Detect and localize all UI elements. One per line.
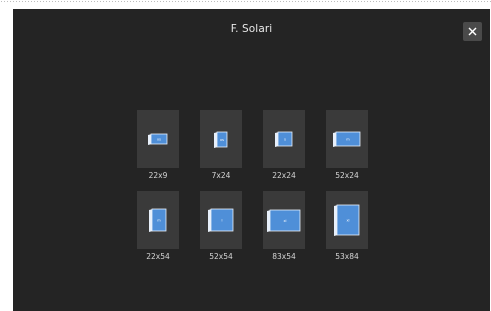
- format-label: 22x24: [272, 171, 296, 180]
- close-button[interactable]: [463, 22, 482, 41]
- book-size-code: xl: [283, 218, 286, 222]
- book-icon: xl: [267, 209, 301, 232]
- format-thumbnail[interactable]: m: [137, 191, 179, 249]
- format-thumbnail[interactable]: xs: [137, 110, 179, 168]
- book-icon: m: [333, 131, 361, 147]
- format-label: 52x54: [209, 252, 233, 261]
- format-thumbnail[interactable]: l: [200, 191, 242, 249]
- book-icon: xs: [148, 133, 168, 145]
- dialog-title: F. Solari: [230, 23, 273, 35]
- book-icon: m: [149, 208, 167, 232]
- format-tile[interactable]: l 52x54: [200, 191, 242, 261]
- format-label: 7x24: [211, 171, 231, 180]
- format-thumbnail[interactable]: xs: [200, 110, 242, 168]
- format-label: 53x84: [335, 252, 359, 261]
- book-icon: l: [208, 208, 234, 232]
- format-tile[interactable]: xs 22x9: [137, 110, 179, 180]
- format-tile[interactable]: xl 83x54: [263, 191, 305, 261]
- format-thumbnail[interactable]: s: [263, 110, 305, 168]
- book-icon: xl: [334, 204, 360, 236]
- format-thumbnail[interactable]: m: [326, 110, 368, 168]
- book-size-code: m: [157, 218, 161, 222]
- format-tile[interactable]: xl 53x84: [326, 191, 368, 261]
- book-icon: s: [275, 131, 293, 147]
- format-tile[interactable]: m 52x24: [326, 110, 368, 180]
- book-icon: xs: [214, 131, 228, 148]
- format-thumbnail[interactable]: xl: [326, 191, 368, 249]
- book-size-code: m: [346, 137, 350, 141]
- format-tile[interactable]: m 22x54: [137, 191, 179, 261]
- format-grid: xs 22x9 xs 7x24 s 22x24 m 52x24 m 22x54 …: [137, 110, 377, 261]
- format-label: 83x54: [272, 252, 296, 261]
- format-tile[interactable]: s 22x24: [263, 110, 305, 180]
- format-picker-dialog: F. Solari xs 22x9 xs 7x24 s 22x24 m 52x2…: [13, 9, 490, 311]
- format-thumbnail[interactable]: xl: [263, 191, 305, 249]
- format-label: 22x54: [146, 252, 170, 261]
- format-label: 22x9: [148, 171, 168, 180]
- format-tile[interactable]: xs 7x24: [200, 110, 242, 180]
- close-icon: [468, 27, 477, 36]
- format-label: 52x24: [335, 171, 359, 180]
- book-size-code: s: [284, 137, 286, 141]
- frame-edge: [0, 0, 491, 3]
- book-size-code: xl: [346, 218, 349, 222]
- book-size-code: l: [222, 218, 223, 222]
- book-size-code: xs: [157, 137, 161, 141]
- book-size-code: xs: [220, 137, 224, 141]
